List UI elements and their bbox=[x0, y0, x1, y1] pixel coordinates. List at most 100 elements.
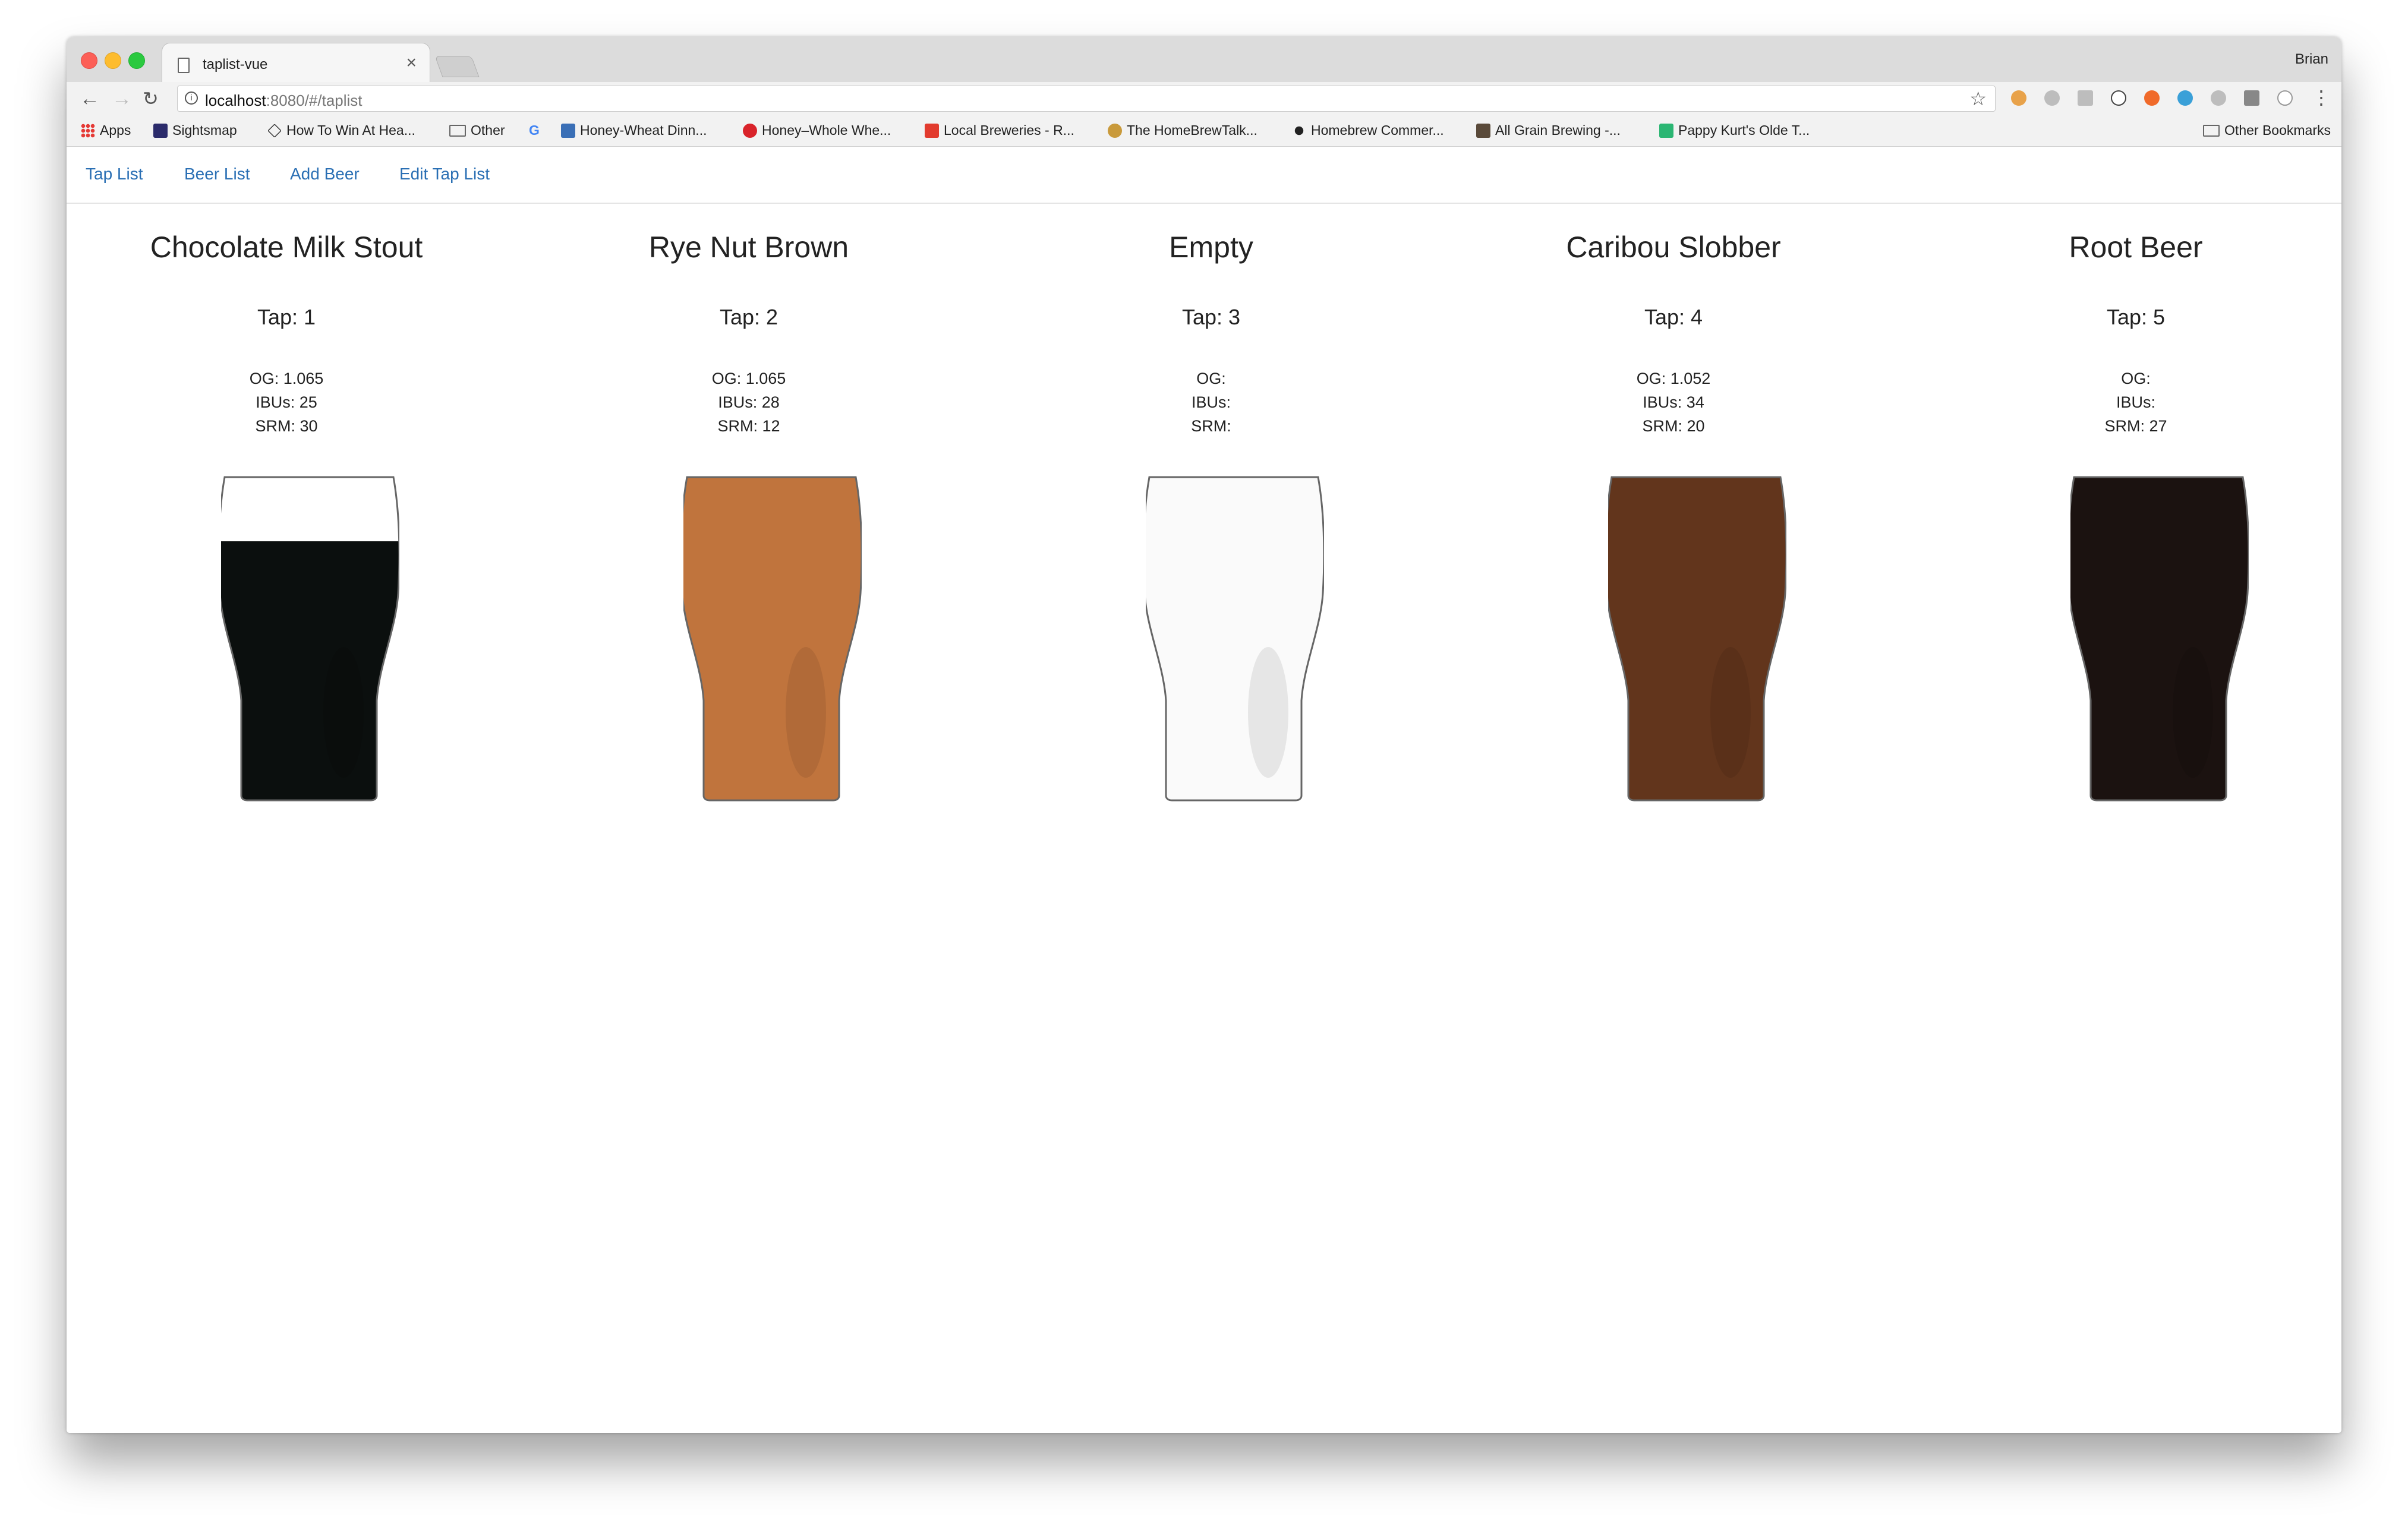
bookmark-how-to-win[interactable]: How To Win At Hea... bbox=[267, 122, 415, 138]
srm-value: SRM: 27 bbox=[2104, 417, 2167, 435]
bookmark-label: How To Win At Hea... bbox=[286, 122, 415, 138]
og-value: OG: 1.065 bbox=[711, 370, 786, 387]
srm-value: SRM: 30 bbox=[255, 417, 318, 435]
og-value: OG: bbox=[1196, 370, 1226, 387]
bookmark-homebrew-commerce[interactable]: Homebrew Commer... bbox=[1292, 122, 1444, 138]
site-icon bbox=[743, 124, 757, 138]
bookmark-label: Other bbox=[471, 122, 505, 138]
beer-fill bbox=[221, 541, 399, 800]
bookmark-label: Homebrew Commer... bbox=[1311, 122, 1444, 138]
bookmark-apps[interactable]: Apps bbox=[81, 122, 131, 138]
bookmark-label: All Grain Brewing -... bbox=[1495, 122, 1621, 138]
extension-circle-icon[interactable] bbox=[2277, 90, 2293, 106]
bookmark-label: Local Breweries - R... bbox=[944, 122, 1074, 138]
profile-name[interactable]: Brian bbox=[2295, 51, 2328, 68]
extension-cast-icon[interactable] bbox=[2078, 90, 2093, 106]
new-tab-button[interactable] bbox=[434, 56, 480, 77]
extension-egg-icon[interactable] bbox=[2111, 90, 2126, 106]
extension-icon[interactable] bbox=[2044, 90, 2060, 106]
beer-stats: OG: 1.065 IBUs: 28 SRM: 12 bbox=[571, 367, 927, 438]
google-icon[interactable]: G bbox=[529, 122, 540, 138]
bookmark-honey-wheat[interactable]: Honey-Wheat Dinn... bbox=[561, 122, 707, 138]
info-icon[interactable]: i bbox=[185, 92, 198, 105]
bookmark-star-icon[interactable]: ☆ bbox=[1969, 87, 1987, 110]
bookmark-label: Pappy Kurt's Olde T... bbox=[1678, 122, 1810, 138]
extension-cookie-icon[interactable] bbox=[2011, 90, 2026, 106]
beer-name: Chocolate Milk Stout bbox=[150, 231, 423, 264]
ibus-value: IBUs: 28 bbox=[718, 393, 780, 411]
beer-name: Root Beer bbox=[2069, 231, 2203, 264]
bookmark-label: Honey–Whole Whe... bbox=[762, 122, 891, 138]
beer-fill bbox=[683, 477, 862, 800]
close-window-button[interactable] bbox=[81, 52, 97, 69]
app-nav: Tap List Beer List Add Beer Edit Tap Lis… bbox=[67, 147, 2341, 204]
og-value: OG: 1.052 bbox=[1636, 370, 1711, 387]
srm-value: SRM: 12 bbox=[717, 417, 780, 435]
bookmark-label: Sightsmap bbox=[172, 122, 237, 138]
reload-icon[interactable]: ↻ bbox=[143, 86, 159, 112]
ibus-value: IBUs: 34 bbox=[1643, 393, 1704, 411]
beer-stats: OG: 1.065 IBUs: 25 SRM: 30 bbox=[108, 367, 465, 438]
minimize-window-button[interactable] bbox=[105, 52, 121, 69]
tab-close-icon[interactable]: × bbox=[406, 54, 417, 72]
browser-tab[interactable]: taplist-vue × bbox=[162, 43, 430, 84]
address-bar[interactable]: i localhost:8080/#/taplist ☆ bbox=[177, 86, 1996, 112]
beer-fill bbox=[2070, 477, 2249, 800]
browser-window: taplist-vue × Brian ← → ↻ i localhost:80… bbox=[67, 37, 2341, 1433]
sightsmap-icon bbox=[153, 124, 168, 138]
other-bookmarks[interactable]: Other Bookmarks bbox=[2203, 122, 2331, 138]
back-arrow-icon[interactable]: ← bbox=[80, 86, 100, 112]
extension-square-icon[interactable] bbox=[2244, 90, 2259, 106]
beer-name: Rye Nut Brown bbox=[648, 231, 849, 264]
site-icon bbox=[925, 124, 939, 138]
other-bookmarks-label: Other Bookmarks bbox=[2224, 122, 2331, 138]
bookmark-label: The HomeBrewTalk... bbox=[1127, 122, 1257, 138]
menu-dots-icon[interactable]: ⋮ bbox=[2312, 86, 2331, 109]
site-icon bbox=[1108, 124, 1122, 138]
bookmark-sightsmap[interactable]: Sightsmap bbox=[153, 122, 237, 138]
nav-edit-tap-list[interactable]: Edit Tap List bbox=[399, 165, 490, 184]
tap-number: Tap: 4 bbox=[1644, 305, 1703, 329]
bookmark-pappy-kurts[interactable]: Pappy Kurt's Olde T... bbox=[1659, 122, 1810, 138]
nav-add-beer[interactable]: Add Beer bbox=[290, 165, 360, 184]
ibus-value: IBUs: bbox=[1191, 393, 1231, 411]
folder-icon bbox=[449, 125, 466, 137]
site-icon bbox=[1659, 124, 1673, 138]
url-text[interactable]: localhost:8080/#/taplist bbox=[205, 92, 363, 110]
beer-stats: OG: 1.052 IBUs: 34 SRM: 20 bbox=[1495, 367, 1852, 438]
glass-shading bbox=[786, 647, 826, 778]
pint-glass-icon bbox=[1146, 476, 1324, 802]
extension-globe-icon[interactable] bbox=[2177, 90, 2193, 106]
url-path: :8080/#/taplist bbox=[266, 92, 363, 109]
nav-beer-list[interactable]: Beer List bbox=[184, 165, 250, 184]
bookmark-label: Apps bbox=[100, 122, 131, 138]
bookmark-label: Honey-Wheat Dinn... bbox=[580, 122, 707, 138]
browser-toolbar: ← → ↻ i localhost:8080/#/taplist ☆ ⋮ bbox=[67, 82, 2341, 115]
pint-glass-icon bbox=[2070, 476, 2249, 802]
site-icon bbox=[561, 124, 575, 138]
folder-icon bbox=[2203, 125, 2220, 137]
beer-stats: OG: IBUs: SRM: 27 bbox=[1958, 367, 2314, 438]
glass-shading bbox=[1710, 647, 1751, 778]
beer-name: Caribou Slobber bbox=[1566, 231, 1781, 264]
pint-glass-icon bbox=[221, 476, 399, 802]
page-content: Tap List Beer List Add Beer Edit Tap Lis… bbox=[67, 147, 2341, 1433]
extension-orange-icon[interactable] bbox=[2144, 90, 2160, 106]
srm-value: SRM: 20 bbox=[1642, 417, 1705, 435]
pint-glass-icon bbox=[1608, 476, 1786, 802]
extension-drive-icon[interactable] bbox=[2211, 90, 2226, 106]
bookmark-honey-whole-wheat[interactable]: Honey–Whole Whe... bbox=[743, 122, 891, 138]
pint-glass-icon bbox=[683, 476, 862, 802]
site-icon bbox=[1476, 124, 1490, 138]
apps-grid-icon bbox=[81, 124, 95, 138]
forward-arrow-icon[interactable]: → bbox=[112, 86, 132, 112]
bookmark-all-grain-brewing[interactable]: All Grain Brewing -... bbox=[1476, 122, 1621, 138]
bookmark-local-breweries[interactable]: Local Breweries - R... bbox=[925, 122, 1074, 138]
bookmark-homebrewtalk[interactable]: The HomeBrewTalk... bbox=[1108, 122, 1257, 138]
diamond-icon bbox=[267, 124, 282, 138]
beer-fill bbox=[1146, 477, 1324, 800]
og-value: OG: 1.065 bbox=[249, 370, 324, 387]
bookmark-other-folder[interactable]: Other bbox=[449, 122, 505, 138]
nav-tap-list[interactable]: Tap List bbox=[86, 165, 143, 184]
maximize-window-button[interactable] bbox=[128, 52, 145, 69]
